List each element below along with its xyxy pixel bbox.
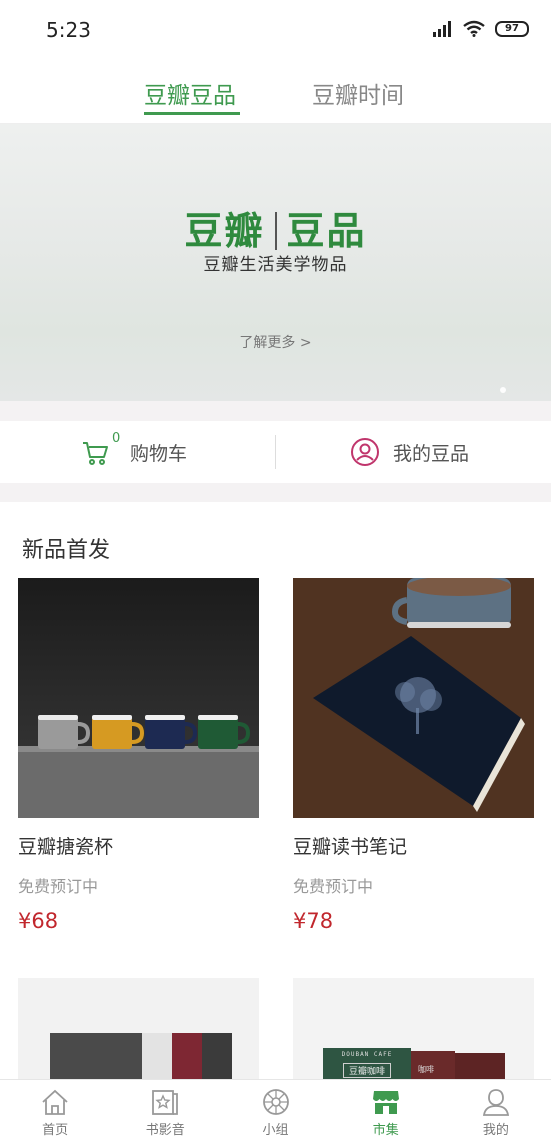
coffee-box-top-label: DOUBAN CAFE <box>341 1051 393 1058</box>
status-time: 5:23 <box>46 18 91 42</box>
media-icon <box>152 1090 179 1115</box>
coffee-box-small-label: 咖啡 <box>418 1065 434 1074</box>
nav-label: 首页 <box>42 1123 69 1138</box>
product-price: ¥78 <box>293 909 334 933</box>
user-icon <box>351 438 379 466</box>
banner-logo: 豆瓣 豆品 <box>0 200 551 255</box>
cart-label: 购物车 <box>130 442 188 465</box>
tab-douban-products[interactable]: 豆瓣豆品 <box>144 76 236 110</box>
product-price: ¥68 <box>18 909 59 933</box>
product-status: 免费预订中 <box>293 877 374 896</box>
nav-label: 小组 <box>262 1123 289 1138</box>
coffee-box-name: 豆瓣咖啡 <box>343 1063 391 1078</box>
nav-market[interactable]: 市集 <box>331 1080 441 1148</box>
product-image-notebook <box>293 578 534 818</box>
product-name: 豆瓣读书笔记 <box>293 836 408 858</box>
product-card-reading-notebook[interactable]: 豆瓣读书笔记 免费预订中 ¥78 <box>293 578 534 933</box>
banner-learn-more-link[interactable]: 了解更多 > <box>0 332 551 352</box>
product-image-coffee: DOUBAN CAFE 豆瓣咖啡 咖啡 <box>293 978 534 1079</box>
nav-profile[interactable]: 我的 <box>441 1080 551 1148</box>
market-icon <box>372 1091 399 1114</box>
new-arrivals-section: 新品首发 豆瓣搪瓷杯 免费预订中 ¥68 豆瓣读书笔记 免费预订中 ¥78 DO… <box>0 502 551 1079</box>
status-icons: 97 <box>433 20 529 37</box>
my-products-label: 我的豆品 <box>393 442 470 465</box>
my-products-button[interactable]: 我的豆品 <box>350 421 469 483</box>
cart-icon <box>83 442 108 465</box>
home-icon <box>42 1089 68 1115</box>
product-image-books <box>18 978 259 1079</box>
nav-label: 市集 <box>372 1123 399 1138</box>
banner-subtitle: 豆瓣生活美学物品 <box>203 255 348 275</box>
nav-group[interactable]: 小组 <box>220 1080 330 1148</box>
divider <box>275 435 276 469</box>
tab-douban-time[interactable]: 豆瓣时间 <box>312 76 404 110</box>
nav-label: 书影音 <box>145 1123 185 1138</box>
nav-media[interactable]: 书影音 <box>110 1080 220 1148</box>
nav-label: 我的 <box>482 1123 509 1138</box>
signal-icon <box>433 20 451 37</box>
nav-home[interactable]: 首页 <box>0 1080 110 1148</box>
profile-icon <box>482 1089 509 1116</box>
quick-actions: 0 购物车 我的豆品 <box>0 421 551 483</box>
group-icon <box>262 1089 289 1115</box>
banner-logo-right: 豆品 <box>286 209 367 253</box>
banner-logo-left: 豆瓣 <box>184 209 265 253</box>
top-tabs: 豆瓣豆品 豆瓣时间 <box>0 58 551 124</box>
battery-icon: 97 <box>495 20 529 37</box>
cart-count-badge: 0 <box>112 431 121 446</box>
section-title: 新品首发 <box>22 538 111 563</box>
product-card-partial[interactable] <box>18 978 259 1079</box>
promo-banner[interactable]: 豆瓣 豆品 豆瓣生活美学物品 了解更多 > <box>0 124 551 401</box>
status-bar: 5:23 97 <box>0 0 551 58</box>
product-image-mugs <box>18 578 259 818</box>
product-card-partial[interactable]: DOUBAN CAFE 豆瓣咖啡 咖啡 <box>293 978 534 1079</box>
wifi-icon <box>463 20 485 37</box>
product-name: 豆瓣搪瓷杯 <box>18 836 114 858</box>
banner-page-indicator <box>500 387 506 393</box>
product-status: 免费预订中 <box>18 877 99 896</box>
product-card-enamel-mug[interactable]: 豆瓣搪瓷杯 免费预订中 ¥68 <box>18 578 259 933</box>
cart-button[interactable]: 0 购物车 <box>82 421 187 483</box>
bottom-navigation: 首页 书影音 小组 市集 我的 <box>0 1079 551 1148</box>
active-tab-indicator <box>144 112 240 115</box>
